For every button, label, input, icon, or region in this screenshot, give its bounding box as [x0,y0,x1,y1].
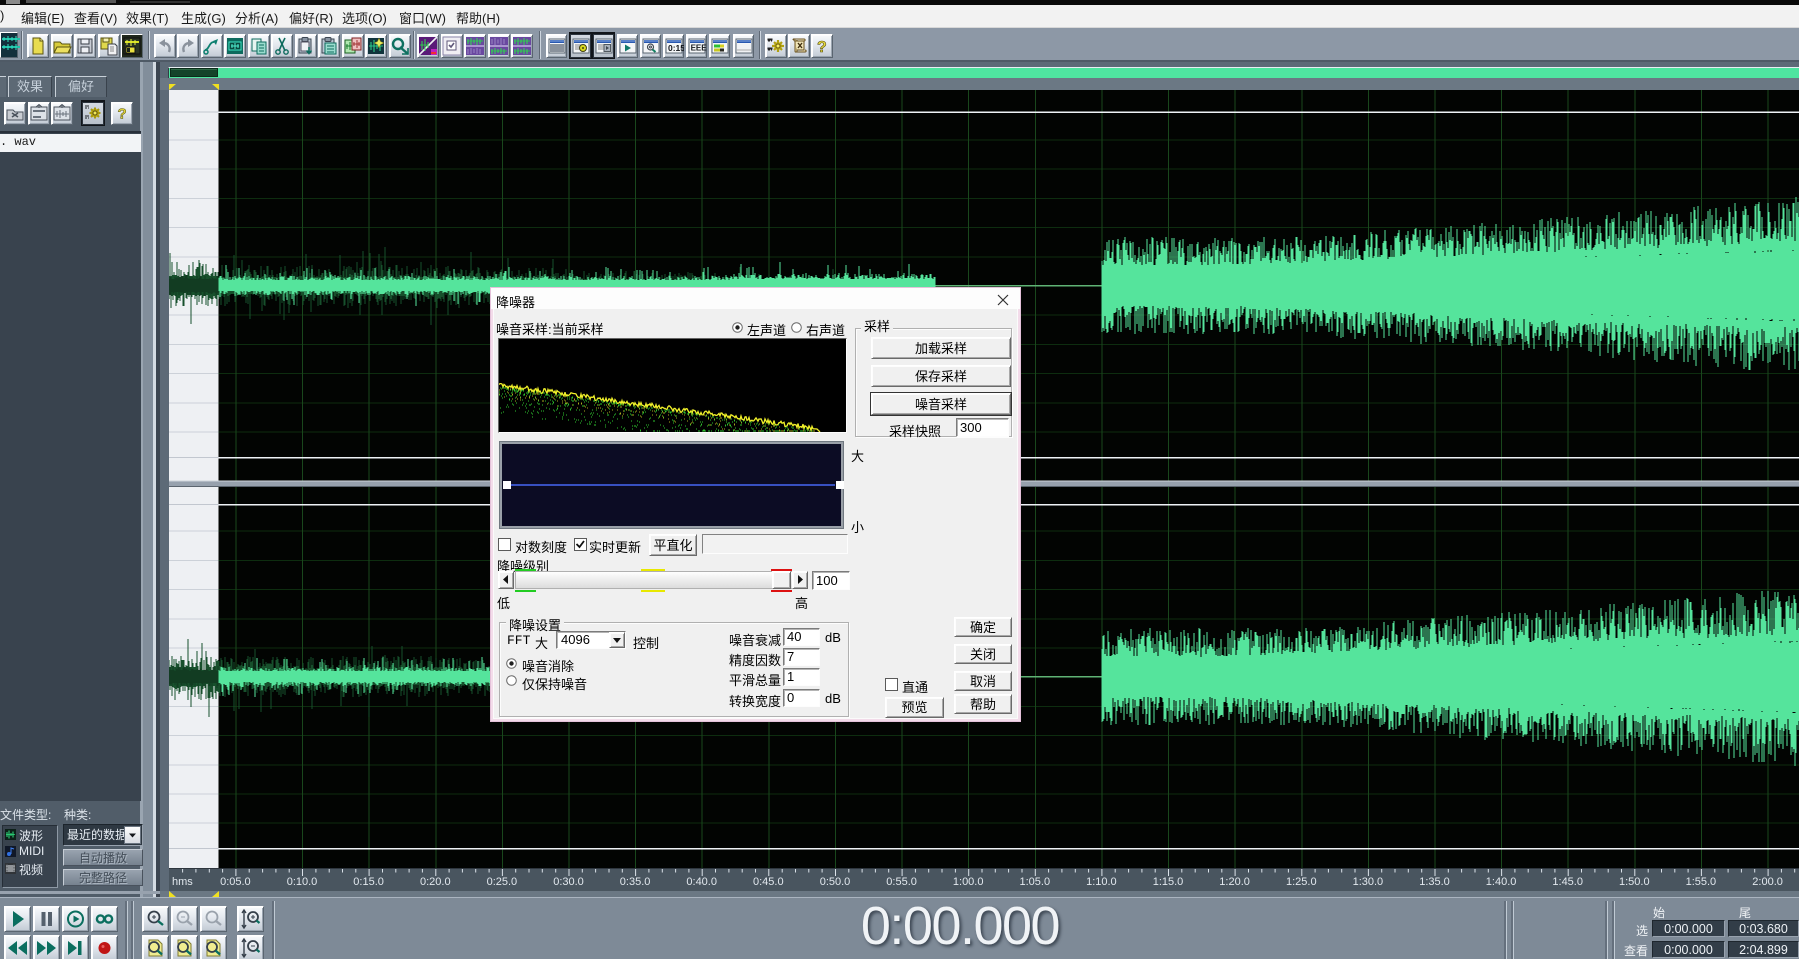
svg-text:1:55.0: 1:55.0 [1686,876,1717,888]
svg-text:1:20.0: 1:20.0 [1219,876,1250,888]
svg-text:1:50.0: 1:50.0 [1619,876,1650,888]
svg-text:1:40.0: 1:40.0 [1486,876,1517,888]
svg-text:?: ? [118,105,127,122]
svg-text:0:35.0: 0:35.0 [620,876,651,888]
svg-text:1:05.0: 1:05.0 [1020,876,1051,888]
svg-text:0:40.0: 0:40.0 [686,876,717,888]
svg-text:1:10.0: 1:10.0 [1086,876,1117,888]
svg-text:0:30.0: 0:30.0 [553,876,584,888]
svg-text:0:45.0: 0:45.0 [753,876,784,888]
svg-text:0:50.0: 0:50.0 [820,876,851,888]
svg-text:0:10.0: 0:10.0 [287,876,318,888]
svg-text:2:00.0: 2:00.0 [1752,876,1783,888]
svg-text:1:25.0: 1:25.0 [1286,876,1317,888]
svg-text:0:55.0: 0:55.0 [886,876,917,888]
svg-text:0:15: 0:15 [668,43,684,53]
svg-text:1:30.0: 1:30.0 [1353,876,1384,888]
svg-text:?: ? [817,39,827,56]
svg-text:0:20.0: 0:20.0 [420,876,451,888]
svg-text:1:15.0: 1:15.0 [1153,876,1184,888]
svg-text:0:15.0: 0:15.0 [353,876,384,888]
svg-text:1:00.0: 1:00.0 [953,876,984,888]
svg-text:0:25.0: 0:25.0 [487,876,518,888]
svg-text:1:35.0: 1:35.0 [1419,876,1450,888]
svg-text:EEE: EEE [691,43,707,52]
svg-text:1:45.0: 1:45.0 [1552,876,1583,888]
svg-text:hms: hms [172,876,193,888]
svg-text:0:05.0: 0:05.0 [220,876,251,888]
